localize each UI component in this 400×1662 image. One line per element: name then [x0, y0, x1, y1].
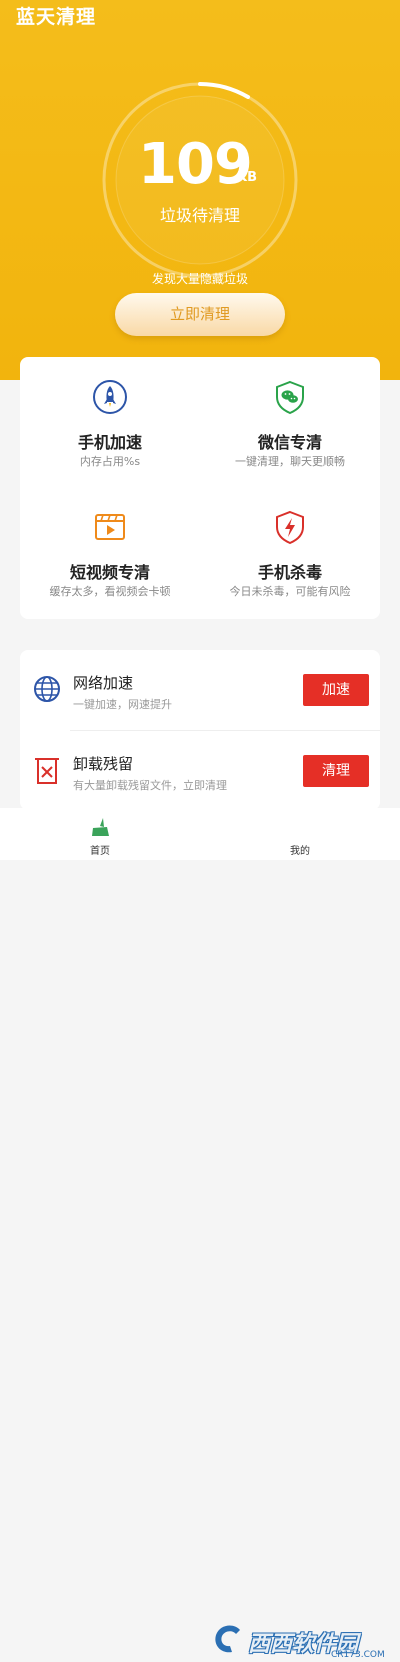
trash-icon — [32, 755, 62, 785]
site-watermark: 西西软件园 CR173.COM — [208, 1620, 398, 1662]
feature-antivirus[interactable]: 手机杀毒 今日未杀毒，可能有风险 — [200, 487, 380, 617]
feature-title: 微信专清 — [257, 433, 322, 452]
video-icon — [92, 509, 128, 545]
bottom-tab-bar: 首页 我的 西西软件园 CR173.COM — [0, 808, 400, 1660]
junk-size-unit: KB — [237, 170, 257, 185]
feature-subtitle: 内存占用%s — [79, 455, 141, 468]
virus-shield-icon — [272, 509, 308, 545]
tools-list: 网络加速 一键加速，网速提升 加速 卸载残留 有大量卸载残留文件，立即清理 清理 — [20, 650, 380, 810]
feature-subtitle: 一键清理，聊天更顺畅 — [235, 455, 345, 468]
junk-size-value: 109 — [138, 132, 253, 197]
tab-mine[interactable]: 我的 — [250, 808, 350, 860]
tool-title: 卸载残留 — [73, 755, 134, 773]
feature-subtitle: 今日未杀毒，可能有风险 — [229, 585, 351, 598]
broom-icon — [89, 816, 111, 838]
list-item-uninstall-residue: 卸载残留 有大量卸载残留文件，立即清理 清理 — [20, 731, 380, 811]
feature-subtitle: 缓存太多，看视频会卡顿 — [49, 585, 171, 598]
list-item-network-boost: 网络加速 一键加速，网速提升 加速 — [20, 650, 380, 730]
hero-panel: 蓝天清理 109 KB 垃圾待清理 发现大量隐藏垃圾 立即清理 — [0, 0, 400, 380]
wechat-shield-icon — [272, 379, 308, 415]
tab-label: 首页 — [90, 846, 110, 857]
tab-label: 我的 — [290, 846, 310, 857]
watermark-logo-icon — [215, 1625, 240, 1653]
tool-title: 网络加速 — [73, 674, 134, 692]
feature-title: 短视频专清 — [69, 563, 150, 582]
hidden-junk-notice: 发现大量隐藏垃圾 — [151, 272, 248, 286]
clean-residue-button[interactable]: 清理 — [303, 755, 369, 787]
feature-title: 手机加速 — [77, 433, 142, 452]
tab-home[interactable]: 首页 — [50, 808, 150, 860]
globe-icon — [32, 674, 62, 704]
boost-button[interactable]: 加速 — [303, 674, 369, 706]
app-title: 蓝天清理 — [16, 6, 97, 28]
tool-subtitle: 一键加速，网速提升 — [73, 698, 172, 711]
junk-caption: 垃圾待清理 — [159, 206, 240, 225]
feature-title: 手机杀毒 — [257, 563, 322, 582]
tool-subtitle: 有大量卸载残留文件，立即清理 — [73, 779, 227, 792]
feature-short-video-clean[interactable]: 短视频专清 缓存太多，看视频会卡顿 — [20, 487, 200, 617]
feature-wechat-clean[interactable]: 微信专清 一键清理，聊天更顺畅 — [200, 357, 380, 487]
clean-now-button[interactable]: 立即清理 — [115, 293, 285, 336]
rocket-icon — [92, 379, 128, 415]
feature-grid: 手机加速 内存占用%s 微信专清 一键清理，聊天更顺畅 短视频专清 缓存太多，看… — [20, 357, 380, 619]
feature-phone-boost[interactable]: 手机加速 内存占用%s — [20, 357, 200, 487]
watermark-sub: CR173.COM — [331, 1650, 385, 1660]
